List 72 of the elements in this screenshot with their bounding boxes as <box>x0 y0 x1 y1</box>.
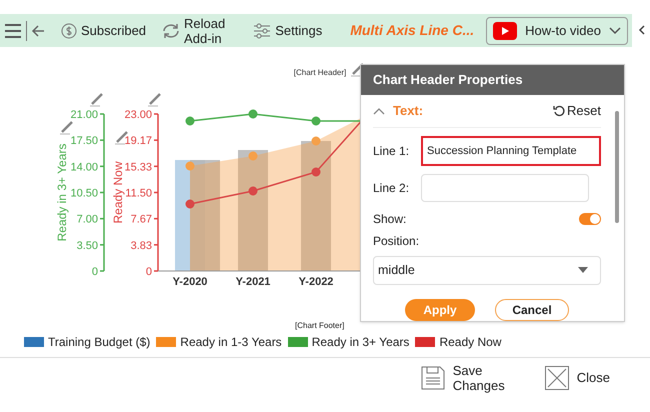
axis-tick-label: 21.00 <box>70 109 98 121</box>
close-button[interactable]: Close <box>544 363 610 393</box>
pencil-icon[interactable] <box>350 63 364 76</box>
dropdown-arrow-icon <box>578 267 588 274</box>
chevron-icon <box>373 106 385 115</box>
axis-tick-label: 3.50 <box>76 240 98 252</box>
data-point <box>186 116 194 126</box>
field-label: Position: <box>373 232 420 250</box>
line-1-field[interactable]: Succession Planning Template <box>421 136 601 166</box>
pencil-icon[interactable] <box>60 121 73 134</box>
data-point <box>312 136 320 146</box>
axis-tick-label: 7.67 <box>130 214 152 226</box>
collapse-chevron-icon[interactable] <box>638 25 646 35</box>
panel-title: Chart Header Properties <box>361 65 624 95</box>
data-point <box>312 168 320 176</box>
chevron-down-icon <box>609 26 621 34</box>
axis-tick-label: 14.00 <box>70 161 98 174</box>
pencil-icon[interactable] <box>90 93 103 106</box>
data-point <box>186 162 194 170</box>
legend-swatch[interactable] <box>24 337 44 347</box>
cancel-button[interactable]: Cancel <box>495 299 569 321</box>
field-label: Line 1: <box>373 142 410 160</box>
field-label: Show: <box>373 210 406 228</box>
data-point <box>186 200 194 208</box>
legend-swatch[interactable] <box>156 337 176 347</box>
axis-title: Ready in 3+ Years <box>55 144 69 242</box>
settings-button[interactable]: Settings <box>253 20 322 40</box>
close-icon <box>544 366 569 390</box>
legend-swatch[interactable] <box>415 337 436 347</box>
dollar-icon <box>61 22 77 38</box>
field-label: Line 2: <box>373 180 410 197</box>
legend-swatch[interactable] <box>288 337 308 347</box>
legend-label: Ready Now <box>439 334 502 351</box>
data-point <box>312 116 320 126</box>
axis-tick-label: 19.17 <box>124 135 152 148</box>
chart-header-label[interactable]: [Chart Header] <box>294 68 346 77</box>
axis-tick-label: 11.50 <box>125 188 152 200</box>
show-toggle[interactable] <box>579 212 601 225</box>
data-point <box>248 186 258 196</box>
sliders-icon <box>253 22 272 38</box>
axis-tick-label: 3.83 <box>130 240 152 252</box>
axis-tick-label: 0 <box>146 266 152 278</box>
x-tick-label: Y-2022 <box>298 276 334 288</box>
undo-icon <box>553 104 566 117</box>
data-point <box>248 110 258 118</box>
line-2-field[interactable] <box>421 174 589 202</box>
refresh-icon <box>162 22 180 38</box>
x-tick-label: Y-2021 <box>236 276 270 288</box>
reload-button[interactable]: Reload Add-in <box>162 16 226 46</box>
chart-footer-label[interactable]: [Chart Footer] <box>295 320 344 332</box>
axis-title: Ready Now <box>111 161 125 224</box>
axis-tick-label: 0 <box>92 266 98 278</box>
position-select[interactable]: middle <box>373 256 601 285</box>
axis-tick-label: 23.00 <box>124 109 152 121</box>
pencil-icon[interactable] <box>148 93 161 106</box>
reset-button[interactable]: Reset <box>553 101 601 121</box>
back-arrow-icon[interactable] <box>31 24 45 38</box>
legend-label: Ready in 1-3 Years <box>180 334 282 351</box>
axis-tick-label: 7.00 <box>76 214 98 226</box>
axis-tick-label: 15.33 <box>124 161 152 174</box>
legend-label: Training Budget ($) <box>48 334 150 351</box>
data-point <box>248 152 258 160</box>
save-changes-button[interactable]: Save Changes <box>420 363 505 393</box>
subscribed-button[interactable]: Subscribed <box>61 20 146 40</box>
axis-tick-label: 10.50 <box>70 188 98 200</box>
menu-icon[interactable] <box>4 24 22 38</box>
axis-tick-label: 17.50 <box>70 135 98 148</box>
play-icon <box>493 22 518 40</box>
addin-title: Multi Axis Line C... <box>350 21 474 40</box>
x-tick-label: Y-2020 <box>172 276 208 288</box>
legend-label: Ready in 3+ Years <box>312 334 410 351</box>
how-to-video-dropdown[interactable]: How-to video <box>486 16 628 44</box>
